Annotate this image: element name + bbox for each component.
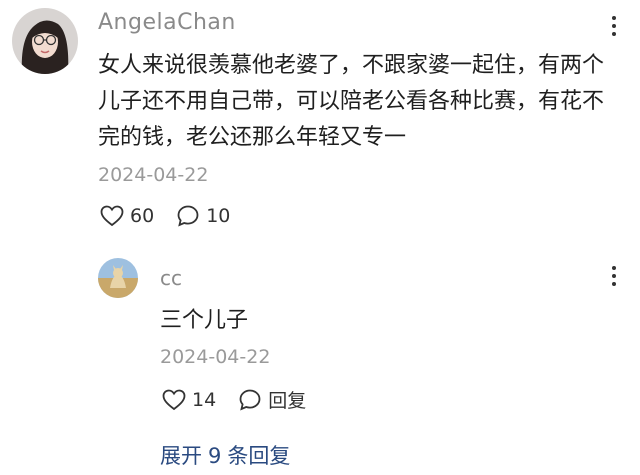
comment-button[interactable]: 10 (176, 204, 230, 228)
more-vertical-icon[interactable] (604, 264, 624, 290)
comment-username[interactable]: AngelaChan (98, 10, 236, 35)
comment-count: 10 (206, 205, 231, 227)
reply-button[interactable]: 回复 (238, 386, 306, 413)
comment-actions: 60 10 (100, 204, 252, 228)
expand-prefix: 展开 (160, 444, 202, 468)
reply-actions: 14 回复 (162, 386, 328, 413)
heart-icon (100, 205, 124, 227)
reply-label: 回复 (268, 390, 307, 412)
like-count: 60 (130, 205, 155, 227)
heart-icon (162, 389, 186, 410)
comment-bubble-icon (177, 205, 199, 227)
avatar-angelachan[interactable] (12, 8, 78, 74)
comment-bubble-icon (239, 389, 261, 411)
comment-date: 2024-04-22 (98, 164, 209, 186)
reply-date: 2024-04-22 (160, 346, 271, 368)
like-button[interactable]: 60 (100, 205, 154, 227)
expand-count: 9 (208, 444, 222, 468)
reply-like-count: 14 (192, 388, 217, 411)
reply-like-button[interactable]: 14 (162, 389, 216, 411)
avatar-cc[interactable] (98, 258, 138, 298)
comment-text: 女人来说很羡慕他老婆了，不跟家婆一起住，有两个儿子还不用自己带，可以陪老公看各种… (98, 53, 605, 150)
expand-replies-link[interactable]: 展开 9 条回复 (160, 440, 290, 470)
reply-username[interactable]: cc (160, 266, 182, 290)
reply-text: 三个儿子 (160, 308, 249, 333)
more-vertical-icon[interactable] (604, 14, 624, 40)
expand-suffix: 条回复 (227, 444, 291, 468)
